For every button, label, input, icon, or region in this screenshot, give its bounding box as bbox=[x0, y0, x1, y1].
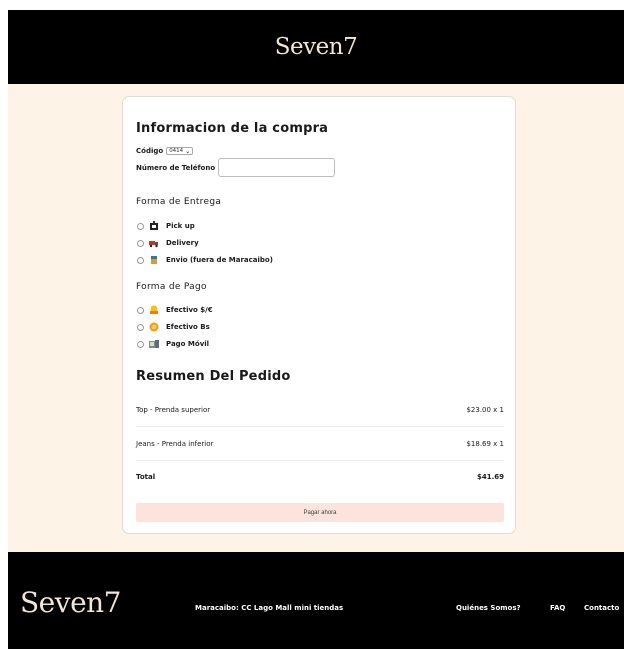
pago-option-pago-movil[interactable]: Pago Móvil bbox=[137, 339, 209, 349]
summary-total-row: Total $41.69 bbox=[136, 473, 504, 481]
chevron-down-icon: ⌄ bbox=[185, 147, 191, 155]
coin-icon bbox=[149, 322, 159, 332]
efectivo-bs-radio[interactable] bbox=[137, 323, 144, 331]
entrega-option-delivery[interactable]: Delivery bbox=[137, 238, 199, 248]
footer-link-faq[interactable]: FAQ bbox=[550, 604, 565, 612]
footer-address: Maracaibo: CC Lago Mall mini tiendas bbox=[195, 604, 344, 612]
footer-brand-logo[interactable]: Seven7 bbox=[20, 586, 122, 619]
pickup-radio[interactable] bbox=[137, 222, 144, 230]
summary-item-price: $18.69 x 1 bbox=[466, 440, 504, 448]
telefono-label: Número de Teléfono bbox=[136, 163, 216, 172]
efectivo-bs-label: Efectivo Bs bbox=[166, 323, 210, 331]
divider bbox=[136, 426, 504, 427]
top-header: Seven7 bbox=[8, 10, 624, 84]
codigo-label: Código bbox=[136, 147, 164, 155]
pickup-icon bbox=[149, 221, 159, 231]
pago-title: Forma de Pago bbox=[136, 282, 207, 292]
telefono-input[interactable] bbox=[218, 158, 336, 177]
footer-link-quienes-somos[interactable]: Quiénes Somos? bbox=[456, 604, 521, 612]
summary-item-name: Jeans - Prenda inferior bbox=[136, 440, 214, 448]
entrega-title: Forma de Entrega bbox=[136, 197, 222, 207]
total-label: Total bbox=[136, 473, 156, 481]
summary-item-row: Top - Prenda superior $23.00 x 1 bbox=[136, 406, 504, 414]
summary-title: Resumen Del Pedido bbox=[136, 369, 291, 384]
telefono-row: Número de Teléfono bbox=[136, 158, 336, 177]
codigo-value: 0414 bbox=[169, 148, 184, 154]
envio-radio[interactable] bbox=[137, 256, 144, 264]
delivery-icon bbox=[149, 238, 159, 248]
cash-usd-icon bbox=[149, 305, 159, 315]
efectivo-usd-radio[interactable] bbox=[137, 306, 144, 314]
footer-link-contacto[interactable]: Contacto bbox=[584, 604, 619, 612]
entrega-option-pickup[interactable]: Pick up bbox=[137, 221, 195, 231]
total-value: $41.69 bbox=[476, 473, 504, 481]
summary-item-name: Top - Prenda superior bbox=[136, 406, 211, 414]
delivery-radio[interactable] bbox=[137, 239, 144, 247]
pago-option-efectivo-usd[interactable]: Efectivo $/€ bbox=[137, 305, 213, 315]
summary-item-price: $23.00 x 1 bbox=[466, 406, 504, 414]
envio-label: Envio (fuera de Maracaibo) bbox=[166, 256, 273, 264]
checkout-title: Informacion de la compra bbox=[136, 121, 329, 136]
site-footer: Seven7 Maracaibo: CC Lago Mall mini tien… bbox=[8, 552, 624, 649]
summary-item-row: Jeans - Prenda inferior $18.69 x 1 bbox=[136, 440, 504, 448]
codigo-row: Código 0414 ⌄ bbox=[136, 147, 194, 155]
delivery-label: Delivery bbox=[166, 239, 199, 247]
codigo-select[interactable]: 0414 ⌄ bbox=[166, 147, 194, 155]
pickup-label: Pick up bbox=[166, 222, 195, 230]
divider bbox=[136, 460, 504, 461]
pay-now-button[interactable]: Pagar ahora bbox=[136, 503, 504, 522]
pago-movil-label: Pago Móvil bbox=[166, 340, 210, 348]
efectivo-usd-label: Efectivo $/€ bbox=[166, 306, 213, 314]
entrega-option-envio[interactable]: Envio (fuera de Maracaibo) bbox=[137, 255, 273, 265]
checkout-card: Informacion de la compra Código 0414 ⌄ N… bbox=[122, 96, 516, 534]
brand-logo[interactable]: Seven7 bbox=[8, 34, 624, 60]
pago-option-efectivo-bs[interactable]: Efectivo Bs bbox=[137, 322, 210, 332]
mobile-pay-icon bbox=[149, 339, 159, 349]
pago-movil-radio[interactable] bbox=[137, 340, 144, 348]
package-icon bbox=[149, 255, 159, 265]
